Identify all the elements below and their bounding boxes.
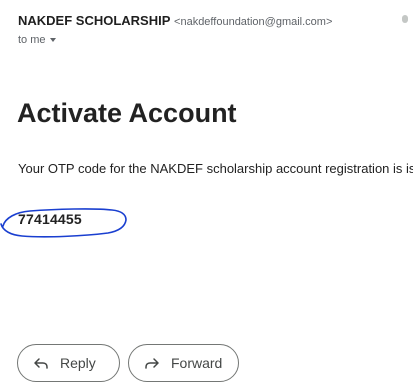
recipient-line[interactable]: to me: [18, 33, 56, 47]
recipient-label: to me: [18, 34, 46, 46]
otp-message-text: Your OTP code for the NAKDEF scholarship…: [18, 161, 413, 176]
forward-arrow-icon: [143, 354, 161, 372]
handwritten-circle-annotation: [0, 208, 127, 238]
cropped-header-icon: [402, 15, 408, 23]
chevron-down-icon[interactable]: [49, 38, 56, 42]
reply-arrow-icon: [32, 354, 50, 372]
forward-label: Forward: [171, 355, 223, 371]
annotation-stroke: [0, 208, 127, 238]
reply-button[interactable]: Reply: [17, 344, 120, 382]
forward-button[interactable]: Forward: [128, 344, 239, 382]
sender-name[interactable]: NAKDEF SCHOLARSHIP: [18, 13, 170, 28]
sender-email: <nakdeffoundation@gmail.com>: [174, 16, 333, 28]
email-heading: Activate Account: [17, 98, 237, 128]
reply-label: Reply: [60, 355, 96, 371]
sender-line: NAKDEF SCHOLARSHIP <nakdeffoundation@gma…: [18, 13, 332, 30]
